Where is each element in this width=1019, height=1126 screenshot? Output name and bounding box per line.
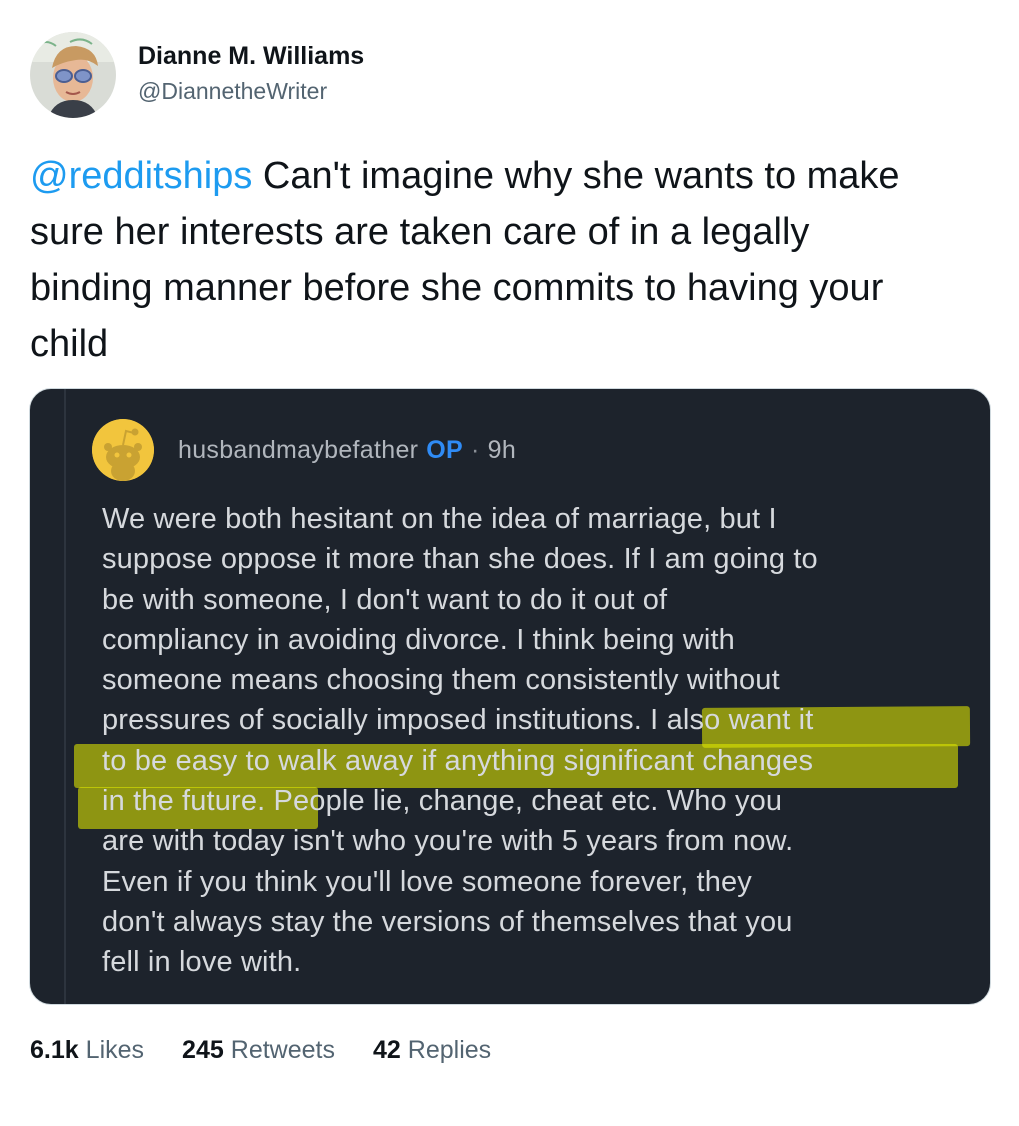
reddit-snoo-icon	[92, 419, 154, 481]
comment-username: husbandmaybefather	[178, 435, 419, 464]
author-handle[interactable]: @DiannetheWriter	[138, 75, 364, 107]
comment-time: 9h	[487, 435, 517, 464]
comment-line: We were both hesitant on the idea of mar…	[102, 503, 777, 535]
tweet-text: @redditships Can't imagine why she wants…	[30, 148, 930, 372]
author-display-name[interactable]: Dianne M. Williams	[138, 41, 364, 71]
retweets-count: 245	[182, 1036, 224, 1064]
likes-stat[interactable]: 6.1k Likes	[30, 1032, 144, 1068]
comment-line: someone means choosing them consistently…	[102, 664, 780, 697]
comment-line: be with someone, I don't want to do it o…	[102, 583, 668, 616]
likes-count: 6.1k	[30, 1036, 79, 1064]
comment-line: are with today isn't who you're with 5 y…	[102, 825, 794, 858]
likes-label: Likes	[85, 1036, 145, 1064]
retweets-stat[interactable]: 245 Retweets	[182, 1032, 335, 1068]
comment-line: in the future. People lie, change, cheat…	[102, 785, 783, 818]
comment-line: don't always stay the versions of themse…	[102, 905, 793, 938]
separator-dot: ·	[471, 435, 480, 464]
comment-header: husbandmaybefather OP · 9h	[92, 419, 516, 481]
replies-stat[interactable]: 42 Replies	[373, 1032, 491, 1068]
author-avatar[interactable]	[30, 32, 116, 118]
comment-line: pressures of socially imposed institutio…	[102, 704, 814, 737]
replies-label: Replies	[407, 1036, 492, 1064]
replies-count: 42	[372, 1036, 401, 1064]
comment-line: fell in love with.	[102, 946, 302, 979]
comment-line: Even if you think you'll love someone fo…	[102, 865, 752, 898]
comment-line: to be easy to walk away if anything sign…	[102, 744, 814, 777]
thread-line	[64, 389, 66, 1004]
tweet-stats: 6.1k Likes 245 Retweets 42 Replies	[30, 1032, 529, 1068]
retweets-label: Retweets	[230, 1036, 335, 1064]
mention-link[interactable]: @redditships	[30, 155, 252, 197]
comment-body: We were both hesitant on the idea of mar…	[102, 499, 972, 983]
comment-line: compliancy in avoiding divorce. I think …	[102, 623, 735, 656]
tweet-header: Dianne M. Williams @DiannetheWriter	[30, 30, 364, 120]
attached-screenshot[interactable]: husbandmaybefather OP · 9h We were both hes…	[29, 388, 991, 1005]
profile-photo-icon	[30, 32, 116, 118]
comment-line: suppose oppose it more than she does. If…	[102, 543, 818, 576]
op-badge: OP	[426, 435, 464, 464]
